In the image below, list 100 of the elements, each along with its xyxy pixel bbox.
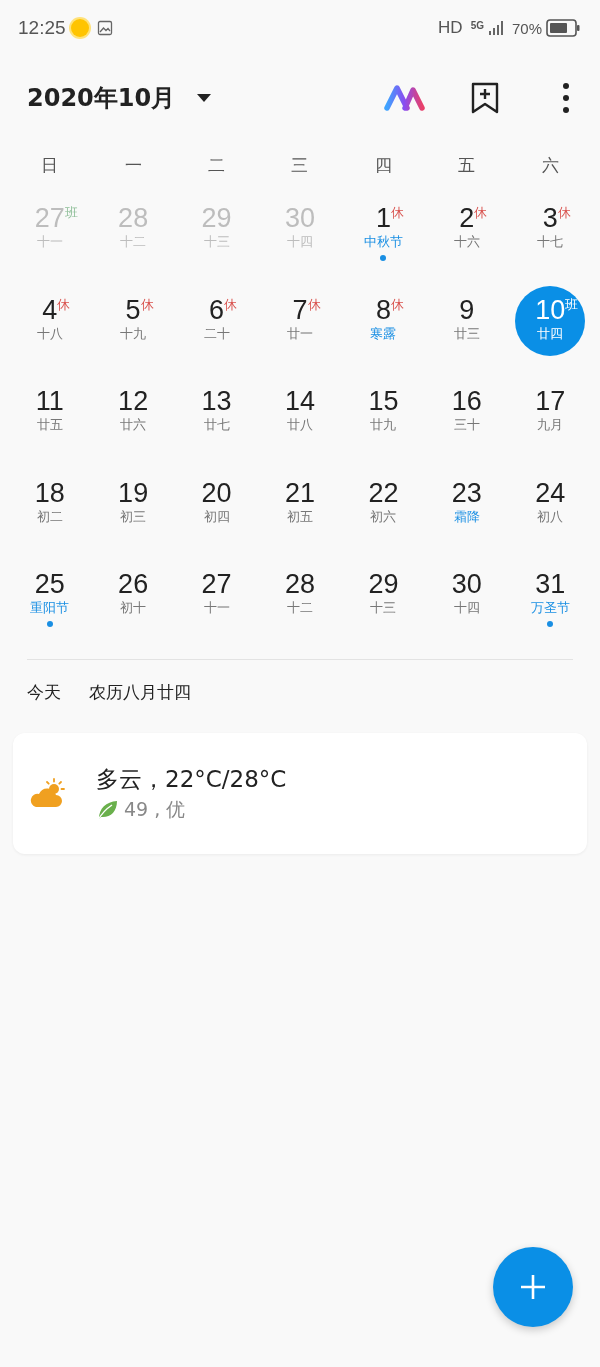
day-number: 30 [451, 569, 482, 599]
day-number: 26 [118, 569, 149, 599]
day-cell[interactable]: 24 初八 [508, 464, 592, 556]
day-number: 17 [535, 386, 566, 416]
leaf-icon [96, 799, 118, 820]
day-number: 12 [118, 386, 149, 416]
day-number: 21 [284, 477, 315, 508]
day-number: 25 [34, 569, 65, 599]
plus-icon [520, 1274, 546, 1300]
day-cell[interactable]: 14 廿八 [258, 373, 342, 465]
day-cell[interactable]: 18 初二 [8, 464, 92, 556]
lunar-date: 二十 [203, 324, 230, 343]
lunar-date: 廿一 [287, 324, 313, 343]
today-label: 今天 [27, 681, 61, 704]
day-number: 24 [535, 477, 566, 508]
day-number: 3 [542, 203, 558, 233]
status-time: 12:25 [18, 17, 66, 39]
lunar-date: 十九 [120, 324, 147, 343]
day-cell[interactable]: 13 廿七 [174, 373, 259, 465]
day-cell[interactable]: 25 重阳节 [8, 556, 92, 648]
day-number: 27 [34, 203, 65, 233]
lunar-date: 十八 [36, 324, 63, 343]
day-cell[interactable]: 19 初三 [91, 464, 175, 556]
lunar-date: 廿四 [537, 324, 564, 343]
day-number: 29 [201, 203, 232, 233]
lunar-date: 初四 [203, 507, 230, 526]
day-cell[interactable]: 26 初十 [91, 556, 175, 648]
lunar-date: 初十 [120, 599, 147, 617]
day-status-tag: 休 [474, 205, 488, 221]
lunar-date: 十三 [370, 599, 397, 617]
sun-icon [70, 19, 89, 37]
air-quality-text: 49 , 优 [124, 796, 186, 822]
day-number: 5 [125, 294, 141, 325]
lunar-date: 廿三 [453, 324, 480, 343]
add-button[interactable] [493, 1247, 573, 1327]
lunar-date: 十四 [453, 599, 480, 617]
day-cell[interactable]: 15 廿九 [341, 373, 426, 465]
day-number: 13 [201, 386, 232, 416]
day-status-tag: 休 [390, 296, 404, 313]
day-cell[interactable]: 9 廿三 [425, 281, 509, 373]
day-number: 14 [284, 386, 315, 416]
day-cell[interactable]: 17 九月 [508, 373, 592, 465]
day-cell[interactable]: 22 初六 [341, 464, 426, 556]
weather-card[interactable]: 多云，22°C/28°C 49 , 优 [13, 732, 587, 854]
lunar-date: 寒露 [370, 324, 397, 343]
day-status-tag: 休 [557, 205, 571, 221]
lunar-date: 九月 [537, 416, 564, 434]
day-number: 27 [201, 569, 232, 599]
lunar-date: 初八 [537, 507, 564, 526]
day-number: 11 [35, 386, 64, 416]
lunar-date: 初五 [287, 507, 313, 526]
more-icon[interactable] [562, 82, 570, 114]
day-status-tag: 休 [390, 205, 404, 221]
day-cell[interactable]: 21 初五 [258, 464, 342, 556]
day-number: 28 [284, 569, 315, 599]
add-bookmark-icon[interactable] [470, 81, 500, 115]
day-number: 2 [459, 203, 475, 233]
day-status-tag: 休 [307, 296, 321, 313]
day-cell[interactable]: 31 万圣节 [508, 556, 592, 648]
day-cell[interactable]: 27 十一 [174, 556, 259, 648]
lunar-date: 重阳节 [30, 599, 70, 617]
lunar-date: 初六 [370, 507, 397, 526]
day-status-tag: 休 [140, 296, 154, 313]
day-cell[interactable]: 16 三十 [425, 373, 509, 465]
day-number: 6 [209, 294, 225, 325]
caret-icon[interactable] [197, 94, 212, 102]
lunar-date: 万圣节 [530, 599, 570, 617]
day-number: 18 [34, 477, 65, 508]
app-logo-icon[interactable] [384, 85, 426, 111]
day-cell[interactable]: 23 霜降 [425, 464, 509, 556]
lunar-date: 十二 [120, 233, 147, 251]
network-label: HD [438, 18, 463, 38]
day-number: 4 [42, 294, 58, 325]
weekday-label: 五 [457, 153, 477, 177]
day-number: 9 [459, 294, 475, 325]
day-cell[interactable]: 28 十二 [258, 556, 342, 648]
day-number: 28 [118, 203, 149, 233]
day-cell[interactable]: 11 廿五 [8, 373, 92, 465]
lunar-date: 廿九 [370, 416, 397, 434]
lunar-date: 十二 [287, 599, 313, 617]
day-number: 16 [451, 386, 482, 416]
day-number: 31 [535, 569, 566, 599]
image-icon [96, 20, 113, 36]
day-cell[interactable]: 30 十四 [425, 556, 509, 648]
signal-label: 5G [470, 20, 484, 31]
weekday-label: 二 [207, 153, 227, 177]
day-cell[interactable]: 20 初四 [174, 464, 259, 556]
weekday-label: 四 [373, 153, 393, 177]
signal-icon [487, 20, 506, 36]
day-status-tag: 休 [57, 296, 71, 313]
day-number: 30 [284, 203, 315, 233]
month-selector[interactable]: 2020年10月 [27, 82, 176, 114]
lunar-date: 十六 [453, 233, 480, 251]
lunar-date: 初三 [120, 507, 147, 526]
day-status-tag: 班 [565, 296, 579, 313]
lunar-date: 初二 [36, 507, 63, 526]
day-cell[interactable]: 29 十三 [341, 556, 426, 648]
day-cell[interactable]: 12 廿六 [91, 373, 175, 465]
day-number: 10 [535, 294, 566, 325]
day-number: 23 [451, 477, 482, 508]
